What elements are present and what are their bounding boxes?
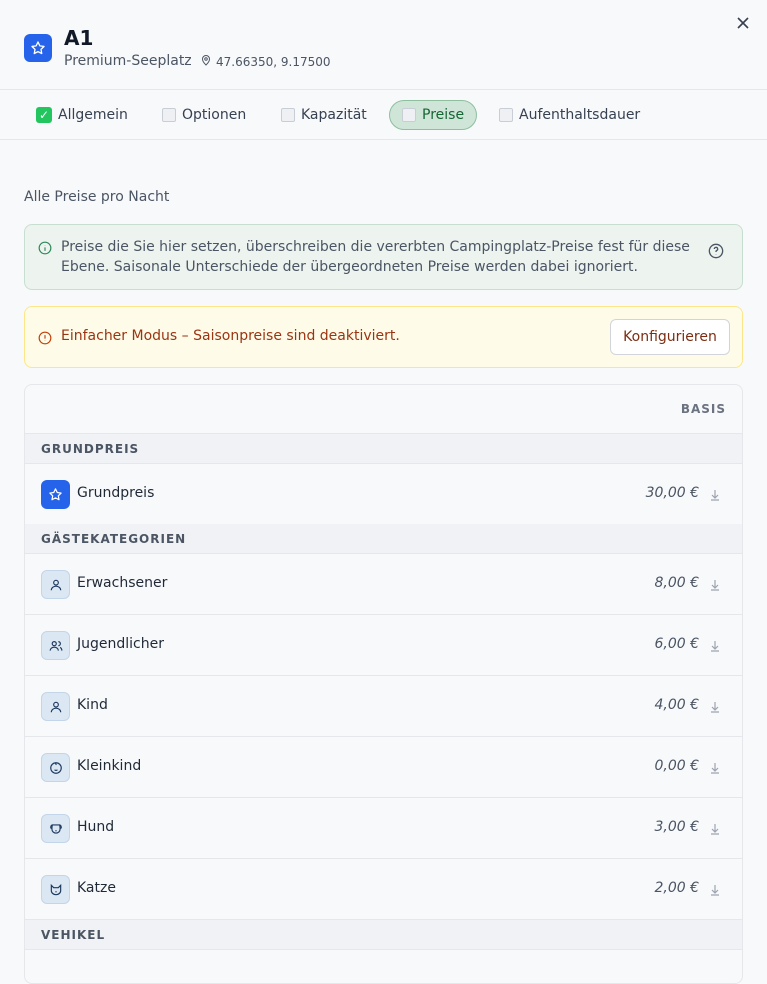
row-price: 4,00 €	[654, 697, 699, 713]
inherit-icon[interactable]	[710, 486, 720, 505]
table-row[interactable]: Hund 3,00 €	[25, 798, 742, 859]
tab-label: Preise	[422, 107, 465, 123]
box-icon	[402, 108, 416, 122]
table-row[interactable]: Kind 4,00 €	[25, 676, 742, 737]
configure-button[interactable]: Konfigurieren	[610, 319, 730, 355]
page-subtitle: Premium-Seeplatz	[64, 53, 192, 69]
row-price: 30,00 €	[645, 485, 699, 501]
box-icon	[162, 108, 176, 122]
inherit-icon[interactable]	[710, 820, 720, 839]
info-banner: Preise die Sie hier setzen, überschreibe…	[24, 224, 743, 290]
people-icon	[41, 631, 70, 660]
check-icon: ✓	[36, 107, 52, 123]
tab-label: Optionen	[182, 107, 247, 123]
person-icon	[41, 570, 70, 599]
warning-text: Einfacher Modus – Saisonpreise sind deak…	[61, 328, 400, 344]
box-icon	[499, 108, 513, 122]
group-title: GRUNDPREIS	[41, 442, 140, 456]
map-pin-icon	[200, 54, 212, 69]
row-label: Hund	[77, 819, 115, 835]
row-label: Grundpreis	[77, 485, 155, 501]
alert-icon	[38, 330, 52, 349]
coordinates: 47.66350, 9.17500	[200, 54, 331, 69]
group-header: VEHIKEL	[25, 920, 742, 950]
star-icon	[24, 34, 52, 62]
table-row[interactable]: Erwachsener 8,00 €	[25, 554, 742, 615]
table-header: BASIS	[25, 385, 742, 434]
tab-allgemein[interactable]: ✓ Allgemein	[24, 100, 140, 130]
help-icon[interactable]	[708, 243, 724, 263]
tab-preise[interactable]: Preise	[389, 100, 478, 130]
info-icon	[38, 240, 52, 259]
tab-aufenthaltsdauer[interactable]: Aufenthaltsdauer	[487, 100, 652, 130]
cat-icon	[41, 875, 70, 904]
dog-icon	[41, 814, 70, 843]
price-table: BASIS GRUNDPREIS Grundpreis 30,00 € GÄST…	[24, 384, 743, 984]
coordinates-text: 47.66350, 9.17500	[216, 54, 331, 69]
table-row[interactable]: Jugendlicher 6,00 €	[25, 615, 742, 676]
box-icon	[281, 108, 295, 122]
table-row[interactable]: Grundpreis 30,00 €	[25, 464, 742, 525]
baby-icon	[41, 753, 70, 782]
row-price: 2,00 €	[654, 880, 699, 896]
person-icon	[41, 692, 70, 721]
info-text: Preise die Sie hier setzen, überschreibe…	[61, 239, 690, 275]
star-icon	[41, 480, 70, 509]
row-price: 0,00 €	[654, 758, 699, 774]
row-price: 8,00 €	[654, 575, 699, 591]
tab-label: Aufenthaltsdauer	[519, 107, 641, 123]
tab-label: Allgemein	[58, 107, 128, 123]
group-title: GÄSTEKATEGORIEN	[41, 532, 187, 546]
group-header: GRUNDPREIS	[25, 434, 742, 464]
group-header: GÄSTEKATEGORIEN	[25, 524, 742, 554]
inherit-icon[interactable]	[710, 881, 720, 900]
warning-banner: Einfacher Modus – Saisonpreise sind deak…	[24, 306, 743, 368]
row-price: 3,00 €	[654, 819, 699, 835]
table-row[interactable]: Katze 2,00 €	[25, 859, 742, 920]
row-label: Katze	[77, 880, 116, 896]
page-title: A1	[64, 26, 94, 50]
dialog-header: A1 Premium-Seeplatz 47.66350, 9.17500	[0, 0, 767, 89]
column-header-basis: BASIS	[680, 402, 726, 416]
inherit-icon[interactable]	[710, 759, 720, 778]
group-title: VEHIKEL	[41, 928, 106, 942]
row-label: Erwachsener	[77, 575, 168, 591]
row-label: Jugendlicher	[77, 636, 164, 652]
inherit-icon[interactable]	[710, 637, 720, 656]
row-label: Kind	[77, 697, 108, 713]
tab-label: Kapazität	[301, 107, 367, 123]
tab-bar: ✓ Allgemein Optionen Kapazität Preise Au…	[0, 89, 767, 140]
section-title: Alle Preise pro Nacht	[24, 189, 170, 205]
row-price: 6,00 €	[654, 636, 699, 652]
inherit-icon[interactable]	[710, 698, 720, 717]
close-icon	[737, 14, 749, 33]
tab-kapazitaet[interactable]: Kapazität	[269, 100, 379, 130]
tab-optionen[interactable]: Optionen	[150, 100, 258, 130]
close-button[interactable]	[734, 14, 752, 32]
inherit-icon[interactable]	[710, 576, 720, 595]
row-label: Kleinkind	[77, 758, 142, 774]
table-row[interactable]: Kleinkind 0,00 €	[25, 737, 742, 798]
